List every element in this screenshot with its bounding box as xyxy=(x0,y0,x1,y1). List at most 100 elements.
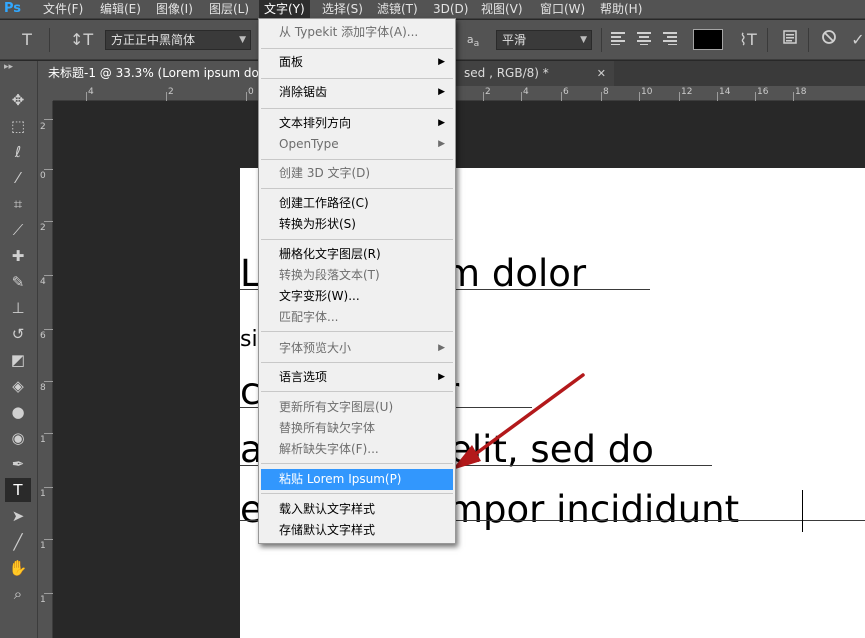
ruler-tick-label: 4 xyxy=(523,87,529,97)
menu-item-paste-lorem-ipsum[interactable]: 粘贴 Lorem Ipsum(P) xyxy=(261,469,453,490)
menu-item-rasterize-type-layer[interactable]: 栅格化文字图层(R) xyxy=(261,244,453,265)
menu-separator xyxy=(261,48,453,49)
separator xyxy=(808,28,809,52)
separator xyxy=(601,28,602,52)
menu-item-add-fonts-from-typekit[interactable]: 从 Typekit 添加字体(A)... xyxy=(261,22,453,43)
menu-item-convert-to-shape[interactable]: 转换为形状(S) xyxy=(261,214,453,235)
menu-item-orientation[interactable]: 文本排列方向 ▶ xyxy=(261,113,453,134)
menu-3d[interactable]: 3D(D) xyxy=(428,0,473,18)
character-panel-icon[interactable] xyxy=(779,29,801,51)
align-right-icon[interactable] xyxy=(659,29,681,51)
ruler-tick-label: 4 xyxy=(40,277,46,287)
menu-item-create-work-path[interactable]: 创建工作路径(C) xyxy=(261,193,453,214)
magic-wand-tool-icon[interactable]: ⁄ xyxy=(5,166,31,190)
tab-title: sed , RGB/8) * xyxy=(464,66,549,80)
align-left-icon[interactable] xyxy=(607,29,629,51)
text-orientation-icon[interactable]: ↕T xyxy=(70,29,93,51)
document-tab-active[interactable]: 未标题-1 @ 33.3% (Lorem ipsum dolor xyxy=(38,61,274,86)
pen-tool-icon[interactable]: ✒ xyxy=(5,452,31,476)
path-selection-tool-icon[interactable]: ➤ xyxy=(5,504,31,528)
paint-bucket-tool-icon[interactable]: ◈ xyxy=(5,374,31,398)
menu-item-warp-text[interactable]: 文字变形(W)... xyxy=(261,286,453,307)
move-tool-icon[interactable]: ✥ xyxy=(5,88,31,112)
history-brush-tool-icon[interactable]: ↺ xyxy=(5,322,31,346)
tab-title: 未标题-1 @ 33.3% (Lorem ipsum dolor xyxy=(48,66,274,80)
chevron-down-icon: ▼ xyxy=(239,35,246,45)
menu-view[interactable]: 视图(V) xyxy=(476,0,528,18)
font-family-select[interactable]: 方正正中黑简体 ▼ xyxy=(105,30,251,50)
ruler-corner xyxy=(38,86,53,101)
menu-separator xyxy=(261,362,453,363)
align-center-icon[interactable] xyxy=(633,29,655,51)
menu-filter[interactable]: 滤镜(T) xyxy=(372,0,423,18)
ruler-tick-label: 18 xyxy=(795,87,807,97)
crop-tool-icon[interactable]: ⌗ xyxy=(5,192,31,216)
clone-stamp-tool-icon[interactable]: ⊥ xyxy=(5,296,31,320)
menu-select[interactable]: 选择(S) xyxy=(317,0,368,18)
ruler-tick-label: 1 xyxy=(40,595,46,605)
antialias-icon: aa xyxy=(466,33,480,50)
ruler-tick-label: 2 xyxy=(168,87,174,97)
menu-help[interactable]: 帮助(H) xyxy=(595,0,647,18)
text-color-swatch[interactable] xyxy=(693,29,723,50)
healing-brush-tool-icon[interactable]: ✚ xyxy=(5,244,31,268)
ruler-tick-label: 0 xyxy=(40,171,46,181)
text-cursor xyxy=(802,490,803,532)
brush-tool-icon[interactable]: ✎ xyxy=(5,270,31,294)
dodge-tool-icon[interactable]: ◉ xyxy=(5,426,31,450)
ruler-tick-label: 14 xyxy=(719,87,731,97)
blur-tool-icon[interactable]: ● xyxy=(5,400,31,424)
hand-tool-icon[interactable]: ✋ xyxy=(5,556,31,580)
lasso-tool-icon[interactable]: ℓ xyxy=(5,140,31,164)
menu-edit[interactable]: 编辑(E) xyxy=(95,0,146,18)
ruler-tick-label: 8 xyxy=(603,87,609,97)
menu-window[interactable]: 窗口(W) xyxy=(535,0,590,18)
font-family-value: 方正正中黑简体 xyxy=(111,33,196,47)
ruler-tick-label: 10 xyxy=(641,87,653,97)
tools-panel: ▸▸ ✥ ⬚ ℓ ⁄ ⌗ ⟋ ✚ ✎ ⊥ ↺ ◩ ◈ ● ◉ ✒ T ➤ ╱ ✋… xyxy=(0,61,38,638)
chevron-down-icon: ▼ xyxy=(580,35,587,45)
line-tool-icon[interactable]: ╱ xyxy=(5,530,31,554)
ruler-tick-label: 2 xyxy=(485,87,491,97)
type-tool-icon[interactable]: T xyxy=(5,478,31,502)
warp-text-icon[interactable]: ⌇T xyxy=(737,29,759,51)
antialias-select[interactable]: 平滑 ▼ xyxy=(496,30,592,50)
menu-item-convert-to-paragraph-text[interactable]: 转换为段落文本(T) xyxy=(261,265,453,286)
menu-type[interactable]: 文字(Y) xyxy=(259,0,310,18)
chevron-right-icon: ▶ xyxy=(438,57,445,67)
document-tab-title-tail[interactable]: sed , RGB/8) * ✕ xyxy=(454,61,614,86)
marquee-tool-icon[interactable]: ⬚ xyxy=(5,114,31,138)
commit-icon[interactable]: ✓ xyxy=(847,29,865,51)
menu-item-language-options[interactable]: 语言选项 ▶ xyxy=(261,367,453,388)
ruler-tick-label: 1 xyxy=(40,435,46,445)
menu-separator xyxy=(261,331,453,332)
cancel-icon[interactable] xyxy=(818,29,840,51)
zoom-tool-icon[interactable]: ⌕ xyxy=(5,582,31,606)
menu-separator xyxy=(261,78,453,79)
panel-grip-icon[interactable]: ▸▸ xyxy=(4,62,13,72)
separator xyxy=(767,28,768,52)
close-icon[interactable]: ✕ xyxy=(597,61,606,86)
menu-layer[interactable]: 图层(L) xyxy=(204,0,254,18)
eyedropper-tool-icon[interactable]: ⟋ xyxy=(5,218,31,242)
menu-item-update-all-text-layers[interactable]: 更新所有文字图层(U) xyxy=(261,397,453,418)
menu-item-anti-alias[interactable]: 消除锯齿 ▶ xyxy=(261,82,453,103)
menu-item-opentype[interactable]: OpenType ▶ xyxy=(261,134,453,155)
menu-file[interactable]: 文件(F) xyxy=(38,0,88,18)
menu-separator xyxy=(261,493,453,494)
type-tool-icon[interactable]: T xyxy=(16,29,38,51)
menu-item-load-default-type-styles[interactable]: 载入默认文字样式 xyxy=(261,499,453,520)
menu-item-replace-all-missing-fonts[interactable]: 替换所有缺欠字体 xyxy=(261,418,453,439)
menu-item-create-3d-text[interactable]: 创建 3D 文字(D) xyxy=(261,163,453,184)
menu-item-save-default-type-styles[interactable]: 存储默认文字样式 xyxy=(261,520,453,541)
menu-item-resolve-missing-fonts[interactable]: 解析缺失字体(F)... xyxy=(261,439,453,460)
eraser-tool-icon[interactable]: ◩ xyxy=(5,348,31,372)
menu-bar: Ps 文件(F) 编辑(E) 图像(I) 图层(L) 文字(Y) 选择(S) 滤… xyxy=(0,0,865,19)
chevron-right-icon: ▶ xyxy=(438,118,445,128)
menu-item-font-preview-size[interactable]: 字体预览大小 ▶ xyxy=(261,338,453,359)
menu-image[interactable]: 图像(I) xyxy=(151,0,198,18)
menu-separator xyxy=(261,391,453,392)
menu-separator xyxy=(261,239,453,240)
menu-item-panels[interactable]: 面板 ▶ xyxy=(261,52,453,73)
menu-item-match-font[interactable]: 匹配字体... xyxy=(261,307,453,328)
